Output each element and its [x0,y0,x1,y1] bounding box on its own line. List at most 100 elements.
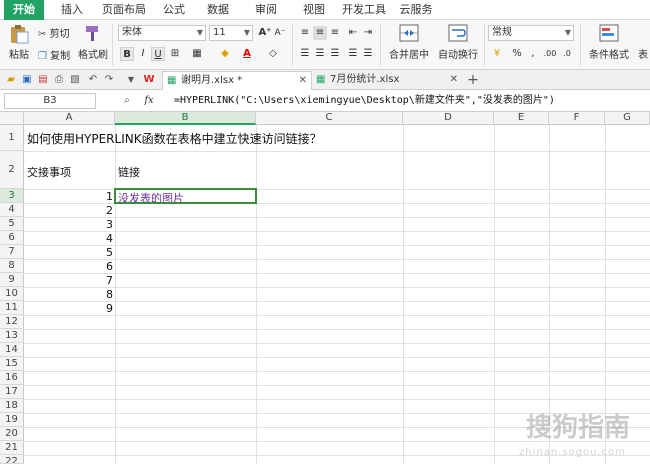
row-header[interactable]: 14 [0,343,24,357]
cut-button[interactable]: ✂ 剪切 [38,25,70,41]
wrap-text-button[interactable]: 自动换行 [436,24,480,61]
font-color-icon[interactable]: A [240,47,254,61]
table-cell[interactable]: 2 [24,204,113,217]
row-header[interactable]: 21 [0,441,24,455]
indent-increase-icon[interactable]: ⇥ [361,26,375,40]
font-size-dropdown[interactable]: 11 ▼ [209,25,253,41]
indent-decrease-icon[interactable]: ⇤ [346,26,360,40]
align-right-icon[interactable]: ☰ [328,47,342,61]
align-middle-icon[interactable]: ≡ [313,26,327,40]
table-cell[interactable]: 6 [24,260,113,273]
sheet-title-cell[interactable]: 如何使用HYPERLINK函数在表格中建立快速访问链接？ [27,130,322,147]
table-cell[interactable]: 7 [24,274,113,287]
fx-button[interactable]: fx [140,94,158,108]
row-header[interactable]: 4 [0,203,24,217]
tab-data[interactable]: 数据 [200,0,236,20]
zoom-icon[interactable]: ⌕ [120,94,134,108]
row-header[interactable]: 12 [0,315,24,329]
decrease-font-icon[interactable]: A⁻ [273,26,287,40]
align-bottom-icon[interactable]: ≡ [328,26,342,40]
row-header[interactable]: 17 [0,385,24,399]
row-header[interactable]: 5 [0,217,24,231]
row-header[interactable]: 13 [0,329,24,343]
clear-format-icon[interactable]: ◇ [266,47,280,61]
row-header[interactable]: 22 [0,455,24,464]
new-tab-icon[interactable]: + [466,73,480,87]
row-header[interactable]: 9 [0,273,24,287]
paste-button[interactable]: 粘贴 [6,24,32,61]
currency-icon[interactable]: ¥ [490,47,504,61]
row-header[interactable]: 18 [0,399,24,413]
fill-color-icon[interactable]: ◆ [218,47,232,61]
font-name-dropdown[interactable]: 宋体 ▼ [118,25,206,41]
select-all-corner[interactable] [0,112,24,125]
table-cell[interactable]: 1 [24,190,113,203]
save-icon[interactable]: ▣ [20,73,34,87]
tab-formulas[interactable]: 公式 [156,0,192,20]
column-header[interactable]: A [24,112,115,125]
redo-icon[interactable]: ↷ [102,73,116,87]
table-cell[interactable]: 3 [24,218,113,231]
tab-view[interactable]: 视图 [296,0,332,20]
name-box[interactable]: B3 [4,93,96,109]
row-header[interactable]: 2 [0,151,24,189]
table-cell[interactable]: 4 [24,232,113,245]
row-header[interactable]: 15 [0,357,24,371]
doc-tab-active[interactable]: ▦ 谢明月.xlsx * ✕ [162,71,312,90]
table-cell[interactable]: 9 [24,302,113,315]
bold-button[interactable]: B [120,47,134,61]
open-folder-icon[interactable]: ▰ [4,73,18,87]
format-painter-button[interactable]: 格式刷 [78,24,108,61]
print-icon[interactable]: ⎙ [52,73,66,87]
column-header-selected[interactable]: B [115,112,256,125]
tab-insert[interactable]: 插入 [52,0,92,20]
column-header[interactable]: E [494,112,549,125]
copy-button[interactable]: ❐ 复制 [38,47,70,63]
table-cell[interactable]: 8 [24,288,113,301]
row-header[interactable]: 11 [0,301,24,315]
row-header[interactable]: 7 [0,245,24,259]
row-header-selected[interactable]: 3 [0,189,24,203]
close-icon[interactable]: ✕ [450,71,458,89]
justify-icon[interactable]: ☰ [346,47,360,61]
underline-button[interactable]: U [151,47,165,61]
borders-icon[interactable]: ⊞ [168,47,182,61]
doc-tab[interactable]: ▦ 7月份统计.xlsx ✕ [312,71,462,90]
decimal-remove-button[interactable]: .0 [560,47,574,61]
number-format-dropdown[interactable]: 常规 ▼ [488,25,574,41]
table-style-button[interactable]: 表 [638,46,648,61]
tab-review[interactable]: 审阅 [248,0,284,20]
percent-button[interactable]: % [510,47,524,61]
formula-input[interactable]: =HYPERLINK("C:\Users\xiemingyue\Desktop\… [174,93,555,109]
header-cell-b2[interactable]: 链接 [118,164,140,180]
align-top-icon[interactable]: ≡ [298,26,312,40]
align-left-icon[interactable]: ☰ [298,47,312,61]
print-preview-icon[interactable]: ▧ [68,73,82,87]
undo-icon[interactable]: ↶ [86,73,100,87]
column-header[interactable]: G [605,112,650,125]
column-header[interactable]: F [549,112,605,125]
export-pdf-icon[interactable]: ▤ [36,73,50,87]
thousands-button[interactable]: , [526,47,540,61]
conditional-format-button[interactable]: 条件格式 [584,24,634,61]
row-header[interactable]: 6 [0,231,24,245]
tab-developer[interactable]: 开发工具 [338,0,390,20]
column-header[interactable]: D [403,112,494,125]
row-header[interactable]: 16 [0,371,24,385]
tab-cloud-service[interactable]: 云服务 [394,0,438,20]
distributed-icon[interactable]: ☰ [361,47,375,61]
chevron-down-icon[interactable]: ▼ [124,73,138,87]
row-header[interactable]: 1 [0,125,24,151]
row-header[interactable]: 20 [0,427,24,441]
italic-button[interactable]: I [136,47,150,61]
tab-page-layout[interactable]: 页面布局 [96,0,152,20]
column-header[interactable]: C [256,112,403,125]
header-cell-a2[interactable]: 交接事项 [27,164,71,180]
row-header[interactable]: 19 [0,413,24,427]
table-cell[interactable]: 5 [24,246,113,259]
decimal-add-button[interactable]: .00 [542,47,558,61]
row-header[interactable]: 8 [0,259,24,273]
align-center-icon[interactable]: ☰ [313,47,327,61]
merge-center-button[interactable]: 合并居中 [386,24,432,61]
close-icon[interactable]: ✕ [299,72,307,90]
